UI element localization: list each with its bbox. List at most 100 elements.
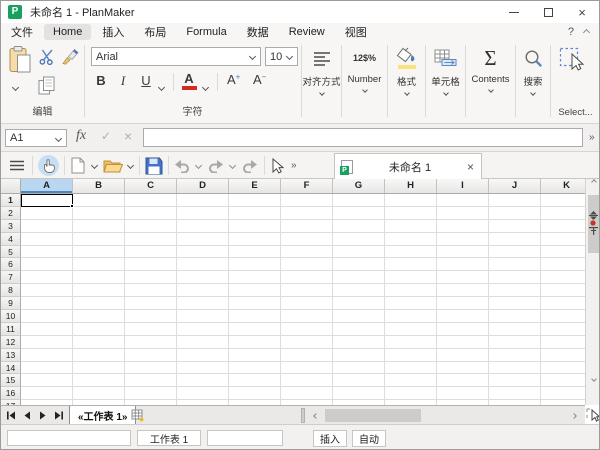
tab-home[interactable]: Home <box>44 24 92 40</box>
tab-review[interactable]: Review <box>280 24 334 40</box>
cell-J5[interactable] <box>489 245 541 259</box>
cell-K6[interactable] <box>541 258 585 272</box>
cell-I4[interactable] <box>437 232 489 246</box>
cell-J1[interactable] <box>489 194 541 207</box>
underline-dropdown[interactable] <box>157 81 166 93</box>
cell-F10[interactable] <box>281 310 333 323</box>
cell-E4[interactable] <box>229 232 281 246</box>
cell-D1[interactable] <box>177 194 229 207</box>
cell-D14[interactable] <box>177 361 229 375</box>
tab-view[interactable]: 视图 <box>336 22 376 42</box>
cell-G3[interactable] <box>333 219 385 233</box>
cell-H2[interactable] <box>385 206 437 220</box>
cell-H11[interactable] <box>385 322 437 336</box>
cell-G6[interactable] <box>333 258 385 272</box>
cell-F11[interactable] <box>281 322 333 336</box>
cell-C1[interactable] <box>125 194 177 207</box>
underline-button[interactable]: U <box>139 73 153 88</box>
cell-E5[interactable] <box>229 245 281 259</box>
cell-K8[interactable] <box>541 284 585 298</box>
cell-H16[interactable] <box>385 387 437 401</box>
cell-C6[interactable] <box>125 258 177 272</box>
cell-C11[interactable] <box>125 322 177 336</box>
cell-J8[interactable] <box>489 284 541 298</box>
cell-E12[interactable] <box>229 335 281 349</box>
formula-bar-overflow[interactable]: » <box>589 132 595 143</box>
cell-G5[interactable] <box>333 245 385 259</box>
copy-button[interactable] <box>38 76 55 95</box>
tab-layout[interactable]: 布局 <box>135 22 175 42</box>
maximize-button[interactable] <box>531 1 565 23</box>
cell-F8[interactable] <box>281 284 333 298</box>
scroll-left-button[interactable] <box>309 408 323 423</box>
cell-B11[interactable] <box>73 322 125 336</box>
shrink-font-button[interactable]: A− <box>253 72 266 87</box>
scroll-down-button[interactable] <box>586 376 599 382</box>
cell-D12[interactable] <box>177 335 229 349</box>
name-box[interactable]: A1 <box>5 129 67 147</box>
cell-I12[interactable] <box>437 335 489 349</box>
help-button[interactable]: ? <box>568 26 574 38</box>
cell-D7[interactable] <box>177 271 229 285</box>
cell-H4[interactable] <box>385 232 437 246</box>
column-header-E[interactable]: E <box>229 179 281 193</box>
column-header-F[interactable]: F <box>281 179 333 193</box>
cell-F5[interactable] <box>281 245 333 259</box>
cell-I6[interactable] <box>437 258 489 272</box>
cell-A2[interactable] <box>21 206 73 220</box>
cell-A16[interactable] <box>21 387 73 401</box>
cell-E15[interactable] <box>229 374 281 388</box>
cell-I15[interactable] <box>437 374 489 388</box>
cell-A12[interactable] <box>21 335 73 349</box>
cell-I2[interactable] <box>437 206 489 220</box>
cell-G1[interactable] <box>333 194 385 207</box>
document-tab[interactable]: P 未命名 1 × <box>334 153 482 179</box>
cell-I14[interactable] <box>437 361 489 375</box>
format-painter-button[interactable] <box>61 47 80 65</box>
italic-button[interactable]: I <box>117 73 129 89</box>
cell-K13[interactable] <box>541 349 585 362</box>
new-document-dropdown[interactable] <box>89 155 99 176</box>
cell-A10[interactable] <box>21 310 73 323</box>
row-header-5[interactable]: 5 <box>1 245 21 259</box>
search-button[interactable]: 搜索 <box>516 44 550 102</box>
row-header-10[interactable]: 10 <box>1 310 21 323</box>
row-header-9[interactable]: 9 <box>1 297 21 311</box>
cell-H6[interactable] <box>385 258 437 272</box>
undo-dropdown[interactable] <box>193 155 203 176</box>
column-header-D[interactable]: D <box>177 179 229 193</box>
cell-J13[interactable] <box>489 348 541 362</box>
collapse-ribbon-icon[interactable] <box>582 28 591 36</box>
scroll-right-button[interactable] <box>567 408 581 423</box>
column-header-I[interactable]: I <box>437 179 489 193</box>
cell-B8[interactable] <box>73 284 125 298</box>
cell-E14[interactable] <box>229 361 281 375</box>
cell-H12[interactable] <box>385 335 437 349</box>
cell-K15[interactable] <box>541 374 585 388</box>
column-header-H[interactable]: H <box>385 179 437 193</box>
undo-button[interactable] <box>173 155 191 176</box>
row-header-7[interactable]: 7 <box>1 271 21 285</box>
cell-H10[interactable] <box>385 310 437 323</box>
cell-G13[interactable] <box>333 348 385 362</box>
cell-E1[interactable] <box>229 194 281 207</box>
cell-J14[interactable] <box>489 361 541 375</box>
cell-D15[interactable] <box>177 374 229 388</box>
cell-B12[interactable] <box>73 335 125 349</box>
row-header-13[interactable]: 13 <box>1 348 21 362</box>
cell-E16[interactable] <box>229 387 281 401</box>
alignment-button[interactable]: 对齐方式 <box>302 44 341 102</box>
split-horizontal-button[interactable] <box>585 211 599 220</box>
cell-G12[interactable] <box>333 335 385 349</box>
pane-splitter[interactable] <box>301 408 305 423</box>
cell-D16[interactable] <box>177 387 229 401</box>
cell-C10[interactable] <box>125 310 177 323</box>
cell-E8[interactable] <box>229 284 281 298</box>
cell-F15[interactable] <box>281 374 333 388</box>
cell-J6[interactable] <box>489 258 541 272</box>
row-header-1[interactable]: 1 <box>1 194 21 207</box>
cell-D6[interactable] <box>177 258 229 272</box>
cell-F16[interactable] <box>281 387 333 401</box>
row-header-8[interactable]: 8 <box>1 284 21 298</box>
cell-C2[interactable] <box>125 206 177 220</box>
